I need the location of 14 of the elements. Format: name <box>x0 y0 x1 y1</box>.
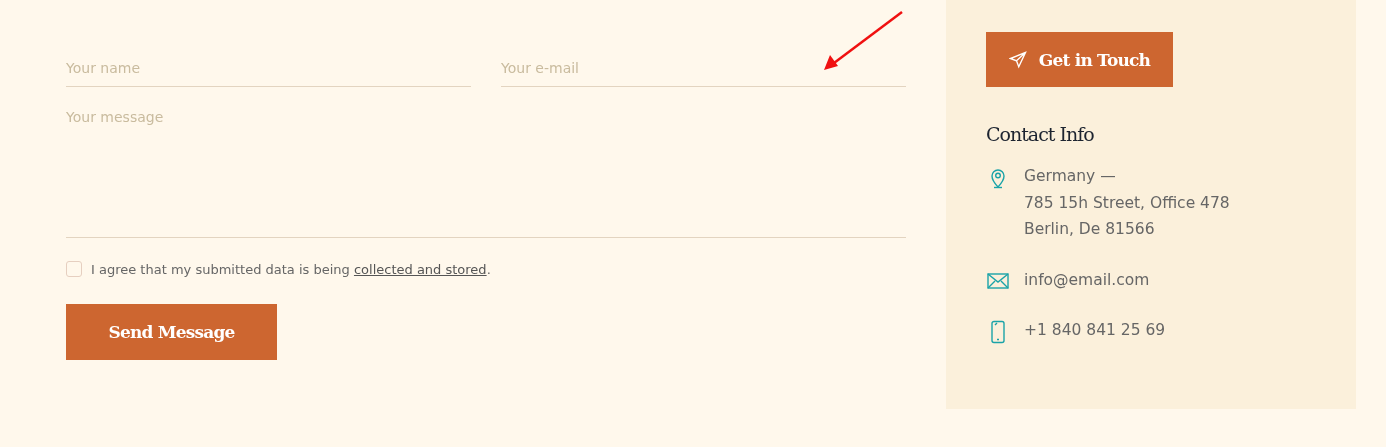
email-address: info@email.com <box>1024 269 1150 291</box>
get-in-touch-button[interactable]: Get in Touch <box>986 32 1173 87</box>
input-field[interactable]: Your name <box>66 50 471 87</box>
phone-number: +1 840 841 25 69 <box>1024 320 1166 341</box>
message-field[interactable]: Your message <box>66 109 906 238</box>
address-line: 785 15h Street, Office 478 <box>1024 192 1230 214</box>
address-line: Germany — <box>1024 166 1117 187</box>
send-message-button[interactable]: Send Message <box>66 304 277 360</box>
consent-link[interactable]: collected and stored <box>353 261 487 277</box>
contact-heading: Contact Info <box>986 123 1095 145</box>
paper-plane-icon <box>1008 50 1027 69</box>
consent-text: I agree that my submitted data is being collected and stored. <box>91 261 491 277</box>
address-line: Berlin, De 81566 <box>1024 219 1156 240</box>
checkbox[interactable] <box>66 261 82 277</box>
